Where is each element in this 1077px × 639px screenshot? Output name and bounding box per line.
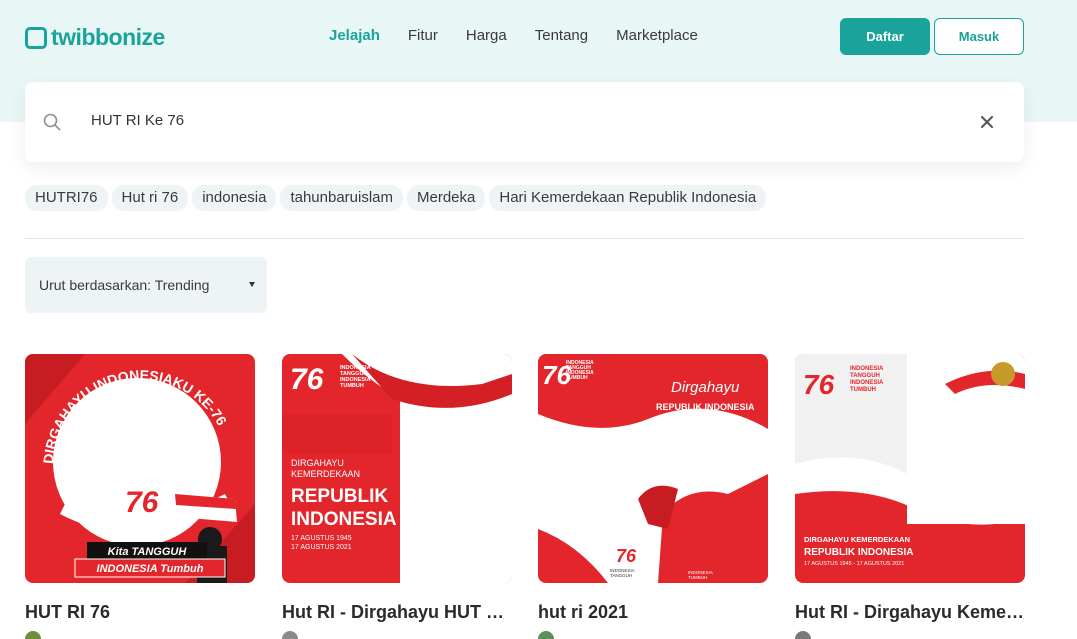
badge-line-1: Kita TANGGUH bbox=[108, 546, 188, 558]
login-button[interactable]: Masuk bbox=[934, 18, 1024, 55]
nav-item-tentang[interactable]: Tentang bbox=[535, 27, 588, 44]
campaign-thumbnail[interactable]: 76 INDONESIA TANGGUH INDONESIA TUMBUH DI… bbox=[282, 354, 512, 583]
campaign-title[interactable]: HUT RI 76 bbox=[25, 602, 255, 623]
date-text: 17 AGUSTUS 2021 bbox=[676, 416, 729, 422]
logo-text: twibbonize bbox=[51, 24, 165, 50]
number-76: 76 bbox=[290, 363, 324, 396]
number-76: 76 bbox=[803, 369, 835, 400]
twibbon-frame-image: 76 INDONESIA TANGGUH INDONESIA TUMBUH Di… bbox=[538, 354, 768, 583]
avatar[interactable] bbox=[25, 631, 41, 639]
logo-text: TUMBUH bbox=[688, 575, 707, 580]
caret-down-icon bbox=[249, 282, 255, 287]
badge-line-2: INDONESIA Tumbuh bbox=[97, 563, 204, 575]
date-text: 17 AGUSTUS 2021 bbox=[291, 544, 352, 551]
nav-item-harga[interactable]: Harga bbox=[466, 27, 507, 44]
logo-text: INDONESIA bbox=[850, 366, 884, 372]
campaign-title[interactable]: Hut RI - Dirgahayu HUT Ke... bbox=[282, 602, 512, 623]
logo-text: TANGGUH bbox=[850, 373, 880, 379]
twibbon-frame-image: 76 INDONESIA TANGGUH INDONESIA TUMBUH DI… bbox=[282, 354, 512, 583]
campaign-title[interactable]: hut ri 2021 bbox=[538, 602, 768, 623]
campaign-card[interactable]: 76 INDONESIA TANGGUH INDONESIA TUMBUH Di… bbox=[538, 354, 768, 639]
main-nav: Jelajah Fitur Harga Tentang Marketplace bbox=[329, 27, 726, 44]
script-text: Dirgahayu bbox=[671, 379, 740, 396]
campaign-thumbnail[interactable]: DIRGAHAYU INDONESIAKU KE-76 76 Kita TANG… bbox=[25, 354, 255, 583]
headline-text: INDONESIA bbox=[291, 509, 397, 530]
campaign-card[interactable]: 76 INDONESIA TANGGUH INDONESIA TUMBUH DI… bbox=[282, 354, 512, 639]
logo-text: TANGGUH bbox=[610, 573, 632, 578]
date-text: 17 AGUSTUS 1945 bbox=[291, 535, 352, 542]
close-icon[interactable] bbox=[979, 114, 995, 130]
headline-text: REPUBLIK INDONESIA bbox=[804, 547, 913, 558]
divider bbox=[25, 238, 1024, 239]
tag-chip[interactable]: Merdeka bbox=[407, 185, 486, 211]
avatar[interactable] bbox=[795, 631, 811, 639]
logo[interactable]: twibbonize bbox=[25, 24, 165, 51]
sort-dropdown[interactable]: Urut berdasarkan: Trending bbox=[25, 257, 267, 313]
tag-chip[interactable]: Hut ri 76 bbox=[111, 185, 189, 211]
logo-text: TUMBUH bbox=[340, 383, 364, 389]
nav-item-marketplace[interactable]: Marketplace bbox=[616, 27, 698, 44]
campaign-thumbnail[interactable]: 76 INDONESIA TANGGUH INDONESIA TUMBUH DI… bbox=[795, 354, 1025, 583]
search-icon[interactable] bbox=[43, 113, 61, 131]
date-text: 17 AGUSTUS 1945 - 17 AGUSTUS 2021 bbox=[804, 561, 904, 567]
headline-text: REPUBLIK bbox=[291, 486, 388, 507]
logo-text: INDONESIA bbox=[850, 380, 884, 386]
logo-text: TUMBUH bbox=[850, 387, 876, 393]
subtitle-text: KEMERDEKAAN bbox=[291, 469, 360, 479]
number-76: 76 bbox=[616, 546, 637, 566]
twibbon-frame-image: 76 INDONESIA TANGGUH INDONESIA TUMBUH DI… bbox=[795, 354, 1025, 583]
tag-chip[interactable]: tahunbaruislam bbox=[280, 185, 403, 211]
search-box bbox=[25, 82, 1024, 162]
nav-item-jelajah[interactable]: Jelajah bbox=[329, 27, 380, 44]
campaign-card[interactable]: 76 INDONESIA TANGGUH INDONESIA TUMBUH DI… bbox=[795, 354, 1025, 639]
ribbon-text: REPUBLIK INDONESIA bbox=[656, 402, 755, 412]
tag-chip[interactable]: HUTRI76 bbox=[25, 185, 108, 211]
search-input[interactable] bbox=[91, 112, 891, 129]
tag-chip[interactable]: Hari Kemerdekaan Republik Indonesia bbox=[489, 185, 767, 211]
subtitle-text: DIRGAHAYU bbox=[291, 458, 344, 468]
nav-item-fitur[interactable]: Fitur bbox=[408, 27, 438, 44]
campaign-card[interactable]: DIRGAHAYU INDONESIAKU KE-76 76 Kita TANG… bbox=[25, 354, 255, 639]
campaign-title[interactable]: Hut RI - Dirgahayu Kemerd... bbox=[795, 602, 1025, 623]
signup-button[interactable]: Daftar bbox=[840, 18, 930, 55]
subtitle-text: DIRGAHAYU KEMERDEKAAN bbox=[804, 535, 910, 544]
logo-icon bbox=[25, 26, 47, 49]
tag-list: HUTRI76 Hut ri 76 indonesia tahunbaruisl… bbox=[25, 185, 767, 211]
avatar[interactable] bbox=[282, 631, 298, 639]
twibbon-frame-image: DIRGAHAYU INDONESIAKU KE-76 76 Kita TANG… bbox=[25, 354, 255, 583]
campaign-thumbnail[interactable]: 76 INDONESIA TANGGUH INDONESIA TUMBUH Di… bbox=[538, 354, 768, 583]
logo-text: TUMBUH bbox=[566, 375, 588, 381]
tag-chip[interactable]: indonesia bbox=[192, 185, 277, 211]
sort-label: Urut berdasarkan: Trending bbox=[39, 277, 210, 293]
number-76: 76 bbox=[125, 486, 159, 519]
avatar[interactable] bbox=[538, 631, 554, 639]
